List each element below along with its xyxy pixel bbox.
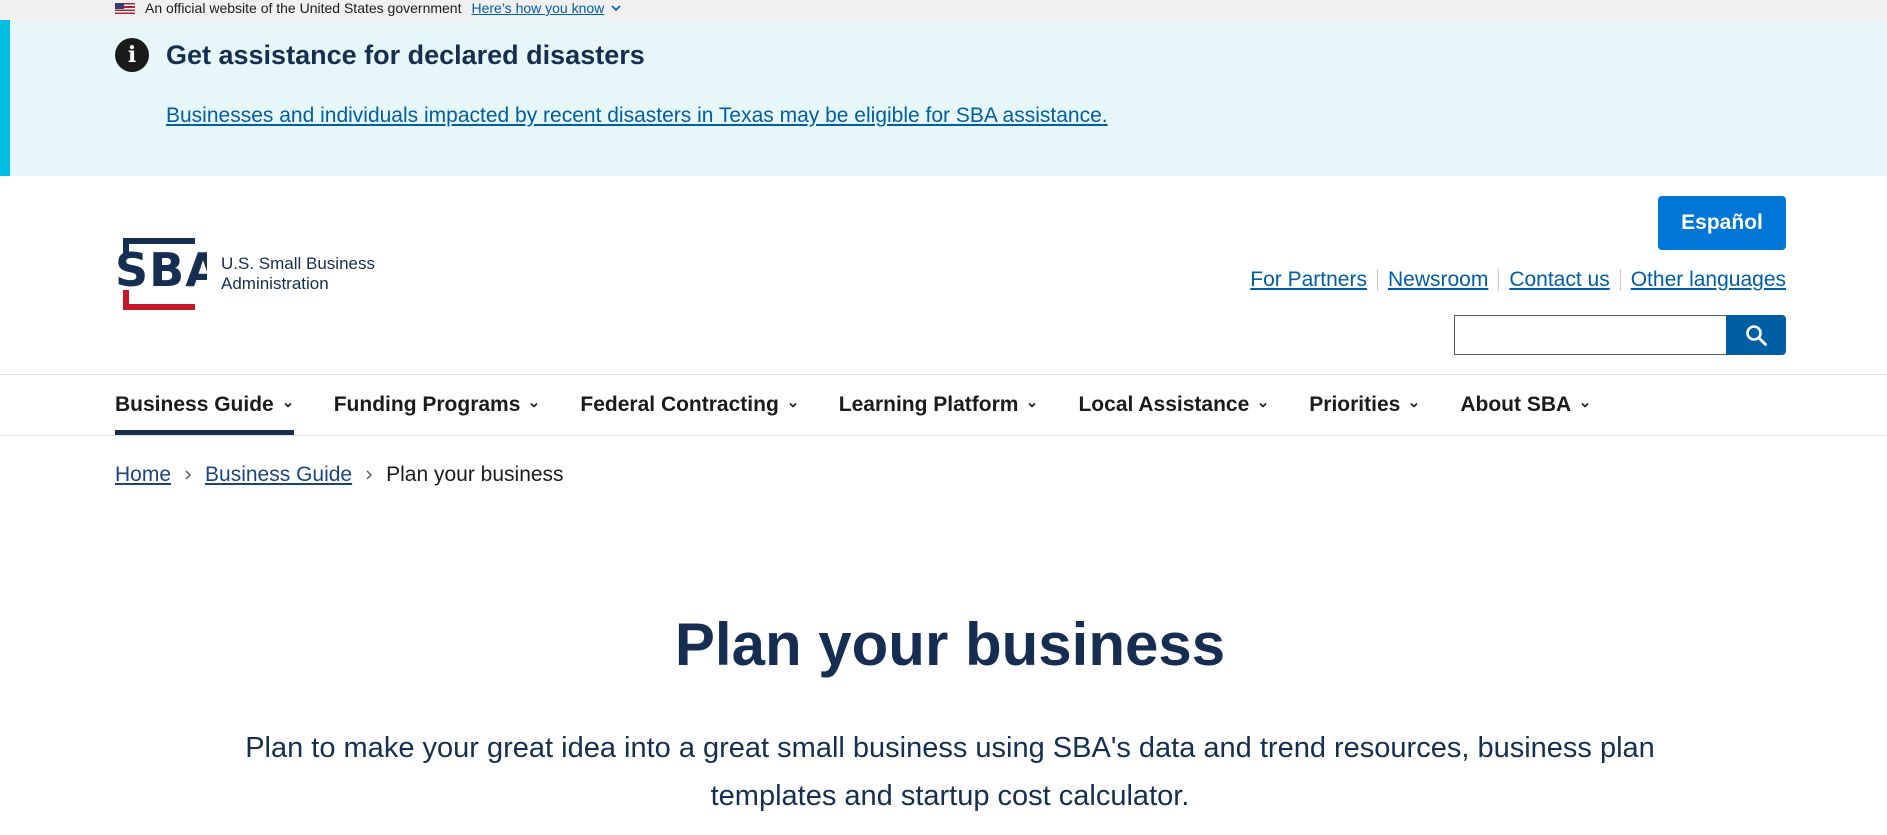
chevron-down-icon	[1581, 402, 1589, 408]
nav-item-label: Funding Programs	[333, 393, 521, 416]
espanol-button[interactable]: Español	[1658, 196, 1786, 250]
sba-logo[interactable]: SBA U.S. Small Business Administration	[115, 238, 375, 310]
nav-federal-contracting[interactable]: Federal Contracting	[580, 375, 798, 435]
chevron-right-icon	[366, 470, 373, 480]
search-input[interactable]	[1454, 315, 1726, 355]
chevron-down-icon	[1028, 402, 1037, 408]
gov-banner-text: An official website of the United States…	[145, 0, 462, 16]
nav-item-label: Priorities	[1309, 393, 1401, 416]
info-icon: i	[115, 38, 149, 72]
agency-name: U.S. Small Business Administration	[221, 254, 375, 294]
chevron-down-icon	[284, 402, 292, 408]
sba-logo-mark: SBA	[115, 238, 207, 310]
disaster-alert: i Get assistance for declared disasters …	[0, 20, 1887, 176]
divider	[1376, 269, 1378, 291]
gov-banner-content: An official website of the United States…	[115, 0, 622, 16]
chevron-down-icon	[1410, 402, 1418, 408]
breadcrumb-home-link[interactable]: Home	[115, 460, 171, 490]
chevron-down-icon[interactable]	[610, 2, 622, 14]
agency-name-line2: Administration	[221, 274, 329, 293]
sba-logo-text: SBA	[115, 243, 207, 297]
contact-us-link[interactable]: Contact us	[1509, 266, 1609, 294]
nav-local-assistance[interactable]: Local Assistance	[1078, 375, 1269, 435]
page-description: Plan to make your great idea into a grea…	[245, 732, 1655, 812]
primary-nav: Business Guide Funding Programs Federal …	[0, 374, 1887, 436]
breadcrumb: Home Business Guide Plan your business	[115, 460, 564, 490]
utility-links: For Partners Newsroom Contact us Other l…	[1250, 266, 1786, 294]
us-flag-icon	[115, 2, 135, 14]
primary-nav-list: Business Guide Funding Programs Federal …	[115, 375, 1631, 435]
nav-item-label: Business Guide	[115, 393, 274, 416]
chevron-down-icon	[1259, 402, 1267, 408]
nav-learning-platform[interactable]: Learning Platform	[839, 375, 1039, 435]
divider	[1619, 269, 1621, 291]
nav-priorities[interactable]: Priorities	[1309, 375, 1420, 435]
search-icon	[1746, 325, 1767, 346]
heres-how-you-know-link[interactable]: Here’s how you know	[471, 0, 604, 16]
alert-link[interactable]: Businesses and individuals impacted by r…	[166, 102, 1108, 130]
nav-item-label: Local Assistance	[1078, 393, 1250, 416]
nav-item-label: Learning Platform	[838, 393, 1019, 416]
other-languages-link[interactable]: Other languages	[1631, 266, 1786, 294]
breadcrumb-current: Plan your business	[386, 463, 564, 486]
gov-banner: An official website of the United States…	[0, 0, 1887, 20]
nav-item-label: About SBA	[1460, 393, 1572, 416]
page-title: Plan your business	[674, 611, 1226, 678]
chevron-right-icon	[185, 470, 192, 480]
nav-funding-programs[interactable]: Funding Programs	[334, 375, 541, 435]
divider	[1498, 269, 1500, 291]
nav-item-label: Federal Contracting	[580, 393, 779, 416]
search-button[interactable]	[1726, 315, 1786, 355]
agency-name-line1: U.S. Small Business	[221, 254, 375, 273]
nav-about-sba[interactable]: About SBA	[1460, 375, 1591, 435]
breadcrumb-business-guide-link[interactable]: Business Guide	[205, 460, 352, 490]
nav-business-guide[interactable]: Business Guide	[115, 375, 294, 435]
chevron-down-icon	[789, 402, 797, 408]
search-form	[1454, 315, 1786, 355]
newsroom-link[interactable]: Newsroom	[1388, 266, 1488, 294]
for-partners-link[interactable]: For Partners	[1250, 266, 1367, 294]
chevron-down-icon	[530, 402, 538, 408]
alert-title: Get assistance for declared disasters	[166, 40, 645, 70]
